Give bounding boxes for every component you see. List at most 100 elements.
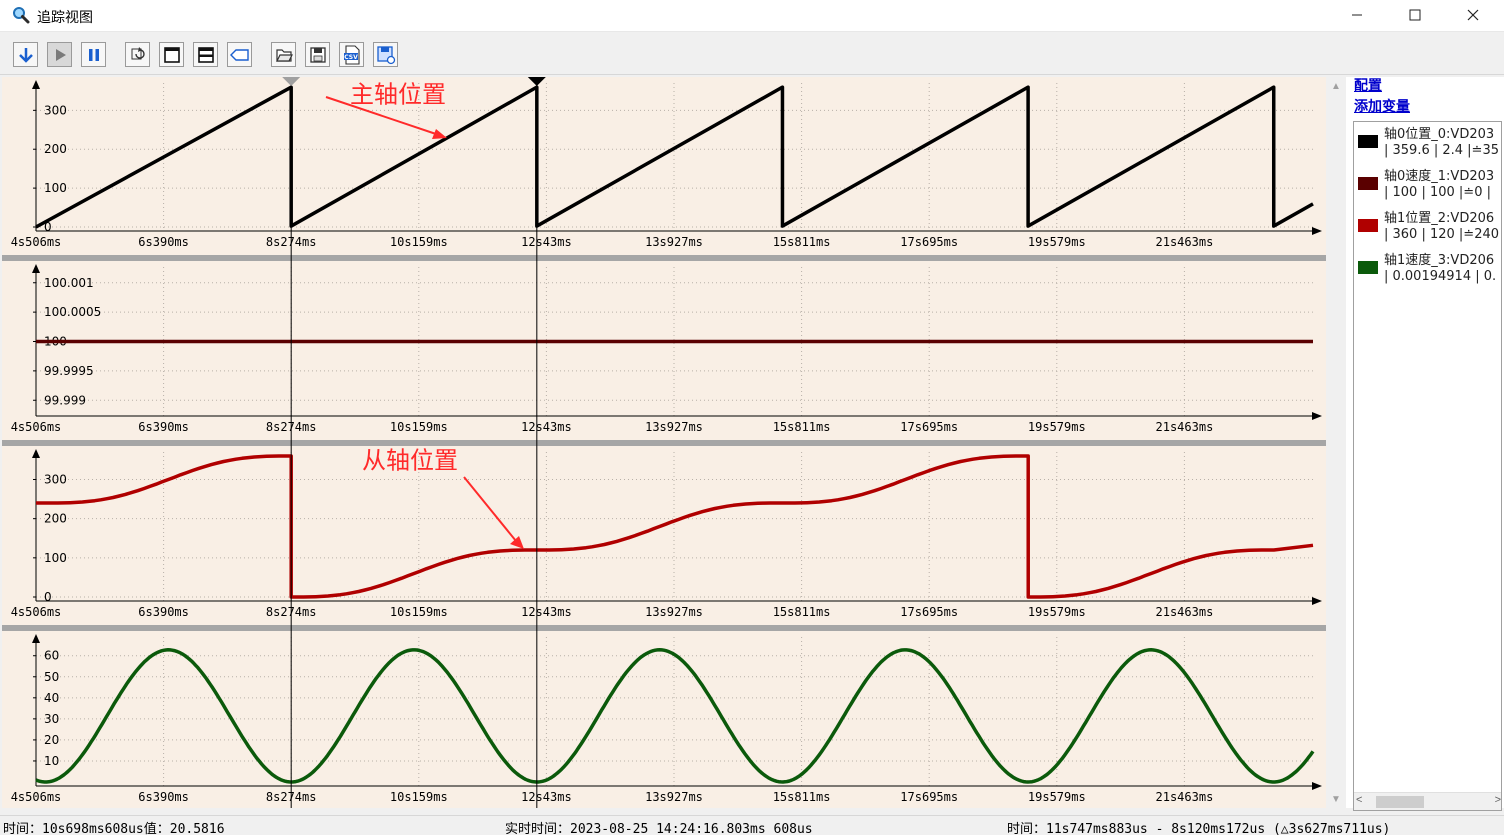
split-view-button[interactable] [193, 42, 218, 67]
panel-splitter [2, 255, 1326, 261]
chart-panel-background [2, 631, 1326, 808]
x-tick-label: 6s390ms [138, 790, 189, 804]
x-tick-label: 10s159ms [390, 605, 448, 619]
legend-item-axis1-velocity[interactable]: 轴1速度_3:VD206 | 0.00194914 | 0. [1354, 248, 1501, 290]
x-tick-label: 21s463ms [1156, 235, 1214, 249]
y-tick-label: 60 [44, 649, 59, 663]
status-bar: 时间：10s698ms608us值：20.5816 实时时间：2023-08-2… [0, 815, 1504, 835]
legend-horizontal-scrollbar[interactable]: < > [1354, 792, 1501, 810]
download-button[interactable] [13, 42, 38, 67]
x-tick-label: 4s506ms [11, 605, 62, 619]
y-tick-label: 300 [44, 473, 67, 487]
annotation-slave-label: 从轴位置 [362, 447, 458, 475]
pause-button[interactable] [81, 42, 106, 67]
legend-item-axis1-position[interactable]: 轴1位置_2:VD206 | 360 | 120 |≐240 [1354, 206, 1501, 248]
refresh-button[interactable] [125, 42, 150, 67]
y-tick-label: 99.999 [44, 393, 86, 407]
variable-legend-list[interactable]: 轴0位置_0:VD203 | 359.6 | 2.4 |≐35 轴0速度_1:V… [1353, 121, 1502, 811]
window-title: 追踪视图 [37, 10, 93, 26]
add-variable-link[interactable]: 添加变量 [1354, 96, 1410, 116]
panel-splitter [2, 625, 1326, 631]
save-button[interactable] [305, 42, 330, 67]
x-tick-label: 4s506ms [11, 235, 62, 249]
x-tick-label: 6s390ms [138, 235, 189, 249]
x-tick-label: 13s927ms [645, 790, 703, 804]
folder-open-icon [275, 48, 293, 62]
scroll-up-arrow-icon[interactable]: ▲ [1328, 77, 1344, 95]
scroll-down-arrow-icon[interactable]: ▼ [1328, 790, 1344, 808]
close-button[interactable] [1444, 0, 1502, 30]
x-tick-label: 15s811ms [773, 420, 831, 434]
scroll-right-arrow-icon[interactable]: > [1495, 794, 1501, 806]
y-tick-label: 100 [44, 181, 67, 195]
legend-color-swatch [1358, 177, 1378, 190]
config-link[interactable]: 配置 [1354, 75, 1382, 95]
y-tick-label: 99.9995 [44, 364, 94, 378]
x-tick-label: 15s811ms [773, 605, 831, 619]
save-icon [309, 46, 326, 63]
x-tick-label: 4s506ms [11, 790, 62, 804]
scroll-left-arrow-icon[interactable]: < [1356, 794, 1362, 806]
save-config-button[interactable] [373, 42, 398, 67]
variable-panel: 配置 添加变量 轴0位置_0:VD203 | 359.6 | 2.4 |≐35 … [1346, 75, 1504, 811]
x-tick-label: 17s695ms [900, 790, 958, 804]
play-button[interactable] [47, 42, 72, 67]
y-tick-label: 100.001 [44, 276, 94, 290]
trace-charts[interactable]: 4s506ms 6s390ms 8s274ms 10s159ms 12s43ms 13s9… [2, 77, 1326, 808]
status-real-time: 实时时间：2023-08-25 14:24:16.803ms 608us [505, 822, 813, 835]
legend-item-name: 轴0速度_1:VD203 [1384, 169, 1495, 184]
x-tick-label: 12s43ms [521, 235, 572, 249]
y-tick-label: 50 [44, 670, 59, 684]
x-tick-label: 6s390ms [138, 605, 189, 619]
x-tick-label: 19s579ms [1028, 790, 1086, 804]
split-window-icon [197, 46, 214, 63]
legend-item-name: 轴1速度_3:VD206 [1384, 253, 1495, 268]
play-icon [55, 48, 66, 61]
y-tick-label: 200 [44, 142, 67, 156]
x-tick-label: 15s811ms [773, 790, 831, 804]
y-tick-label: 100 [44, 551, 67, 565]
status-time-range: 时间：11s747ms883us - 8s120ms172us (△3s627m… [1007, 822, 1391, 835]
x-tick-label: 21s463ms [1156, 605, 1214, 619]
legend-color-swatch [1358, 261, 1378, 274]
csv-icon: CSV [343, 44, 360, 65]
legend-color-swatch [1358, 219, 1378, 232]
legend-item-values: | 0.00194914 | 0. [1384, 269, 1497, 284]
maximize-icon [1409, 9, 1421, 21]
x-tick-label: 19s579ms [1028, 605, 1086, 619]
y-tick-label: 200 [44, 512, 67, 526]
legend-item-axis0-velocity[interactable]: 轴0速度_1:VD203 | 100 | 100 |≐0 | [1354, 164, 1501, 206]
tag-button[interactable] [227, 42, 252, 67]
maximize-button[interactable] [1386, 0, 1444, 30]
y-tick-label: 20 [44, 733, 59, 747]
legend-item-name: 轴1位置_2:VD206 [1384, 211, 1495, 226]
x-tick-label: 21s463ms [1156, 420, 1214, 434]
scroll-thumb[interactable] [1376, 796, 1424, 808]
status-cursor-value: 时间：10s698ms608us值：20.5816 [3, 822, 225, 835]
x-tick-label: 13s927ms [645, 420, 703, 434]
panel-splitter [2, 440, 1326, 446]
legend-item-values: | 359.6 | 2.4 |≐35 [1384, 143, 1499, 158]
y-tick-label: 10 [44, 754, 59, 768]
open-button[interactable] [271, 42, 296, 67]
x-tick-label: 12s43ms [521, 790, 572, 804]
minimize-button[interactable] [1328, 0, 1386, 30]
legend-item-axis0-position[interactable]: 轴0位置_0:VD203 | 359.6 | 2.4 |≐35 [1354, 122, 1501, 164]
y-tick-label: 100.0005 [44, 305, 101, 319]
x-tick-label: 13s927ms [645, 235, 703, 249]
single-view-button[interactable] [159, 42, 184, 67]
x-tick-label: 19s579ms [1028, 420, 1086, 434]
trace-plot-area[interactable]: 4s506ms 6s390ms 8s274ms 10s159ms 12s43ms 13s9… [2, 77, 1326, 808]
trace-view-window: 追踪视图 CSV 4s506ms 6s390ms 8s274ms 10s159m… [0, 0, 1504, 835]
close-icon [1467, 9, 1479, 21]
x-tick-label: 13s927ms [645, 605, 703, 619]
refresh-icon [131, 46, 145, 59]
tag-icon [229, 48, 249, 61]
x-tick-label: 17s695ms [900, 605, 958, 619]
export-csv-button[interactable]: CSV [339, 42, 364, 67]
svg-text:CSV: CSV [344, 54, 358, 61]
magnifier-app-icon [13, 7, 30, 24]
arrow-down-icon [18, 47, 33, 63]
y-tick-label: 0 [44, 590, 52, 604]
vertical-scrollbar[interactable]: ▲ ▼ [1328, 77, 1344, 808]
